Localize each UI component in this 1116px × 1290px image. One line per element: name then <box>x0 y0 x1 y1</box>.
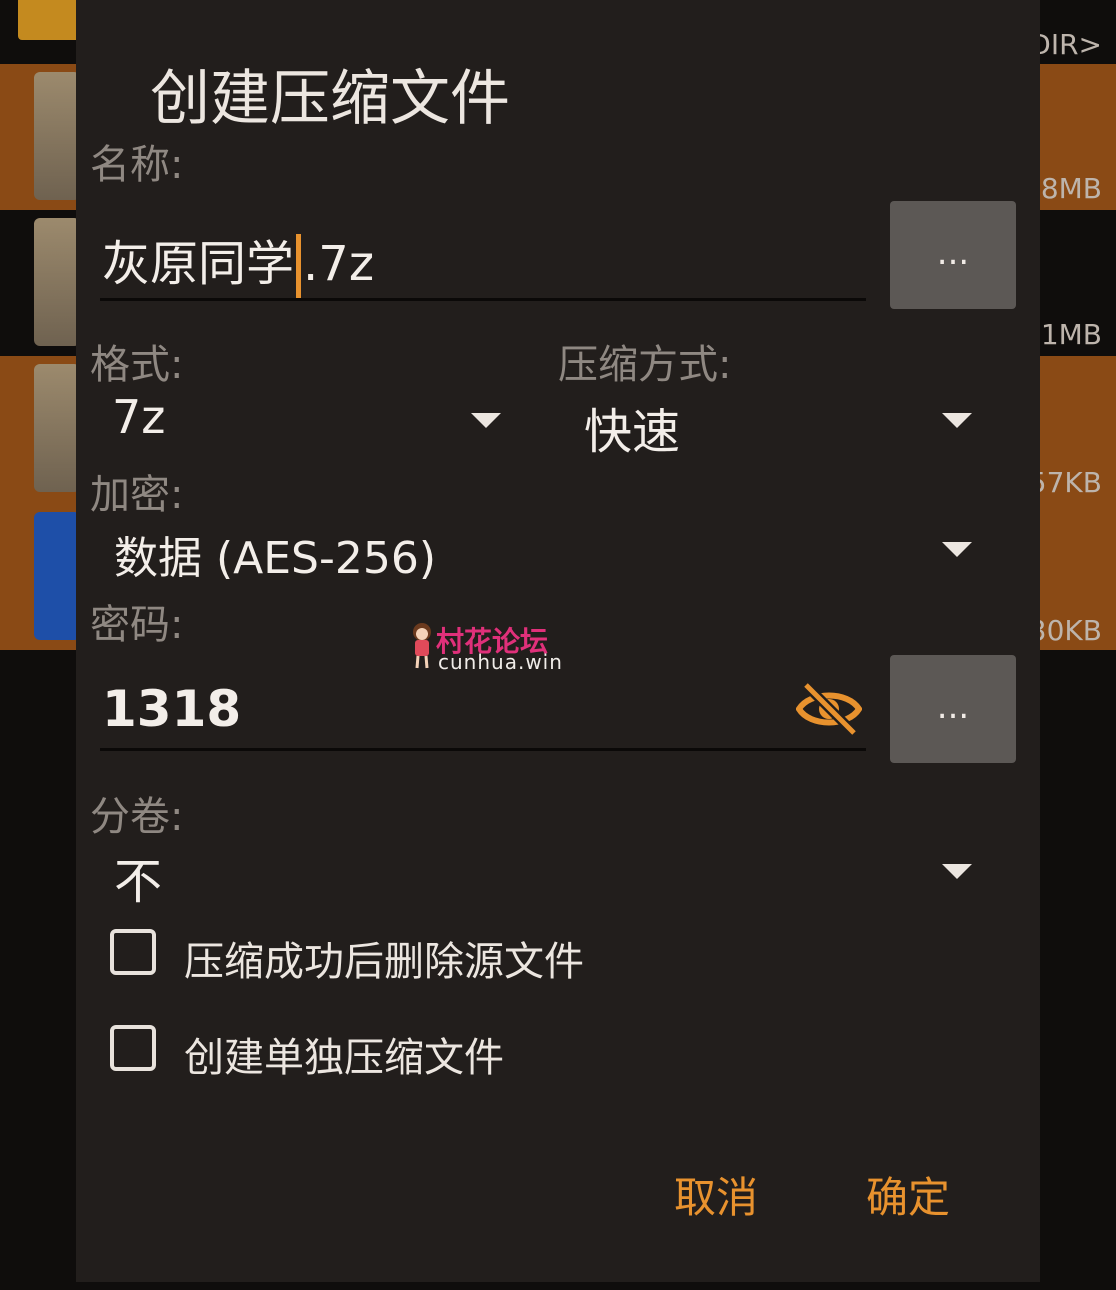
format-value: 7z <box>112 390 166 444</box>
separate-archive-label: 创建单独压缩文件 <box>184 1035 504 1081</box>
archive-name-input[interactable]: 灰原同学 .7z <box>102 224 374 300</box>
password-options-button[interactable]: ... <box>890 655 1016 763</box>
triangle-down-icon <box>942 864 972 879</box>
delete-source-checkbox[interactable] <box>110 929 156 975</box>
name-label: 名称: <box>90 142 184 188</box>
name-input-underline <box>100 298 866 301</box>
archive-file-icon <box>34 72 80 200</box>
archive-name-extension: .7z <box>303 236 375 292</box>
watermark: 村花论坛 cunhua.win <box>408 620 598 676</box>
encryption-value: 数据 (AES-256) <box>114 533 437 584</box>
ok-button[interactable]: 确定 <box>866 1164 950 1225</box>
password-input[interactable]: 1318 <box>102 680 241 738</box>
split-volume-label: 分卷: <box>90 794 184 840</box>
document-file-icon <box>34 512 80 640</box>
archive-name-text: 灰原同学 <box>102 236 295 292</box>
triangle-down-icon <box>471 413 501 428</box>
archive-file-icon <box>34 218 80 346</box>
split-volume-value: 不 <box>114 854 163 910</box>
watermark-url: cunhua.win <box>438 650 563 674</box>
cancel-button[interactable]: 取消 <box>674 1164 758 1225</box>
browse-path-button[interactable]: ... <box>890 201 1016 309</box>
compression-method-value: 快速 <box>584 404 681 460</box>
password-label: 密码: <box>90 602 184 648</box>
dialog-title: 创建压缩文件 <box>150 64 510 134</box>
list-item-size: DIR> <box>1029 28 1102 61</box>
folder-icon <box>18 0 80 40</box>
compression-method-label: 压缩方式: <box>558 342 732 388</box>
text-cursor <box>296 234 302 300</box>
triangle-down-icon <box>942 413 972 428</box>
separate-archive-checkbox[interactable] <box>110 1025 156 1071</box>
format-label: 格式: <box>90 342 184 388</box>
watermark-mascot-icon <box>413 623 431 669</box>
eye-off-icon[interactable] <box>795 680 863 738</box>
archive-file-icon <box>34 364 80 492</box>
delete-source-label: 压缩成功后删除源文件 <box>184 939 584 985</box>
password-input-underline <box>100 748 866 751</box>
triangle-down-icon <box>942 542 972 557</box>
encryption-label: 加密: <box>90 472 184 518</box>
